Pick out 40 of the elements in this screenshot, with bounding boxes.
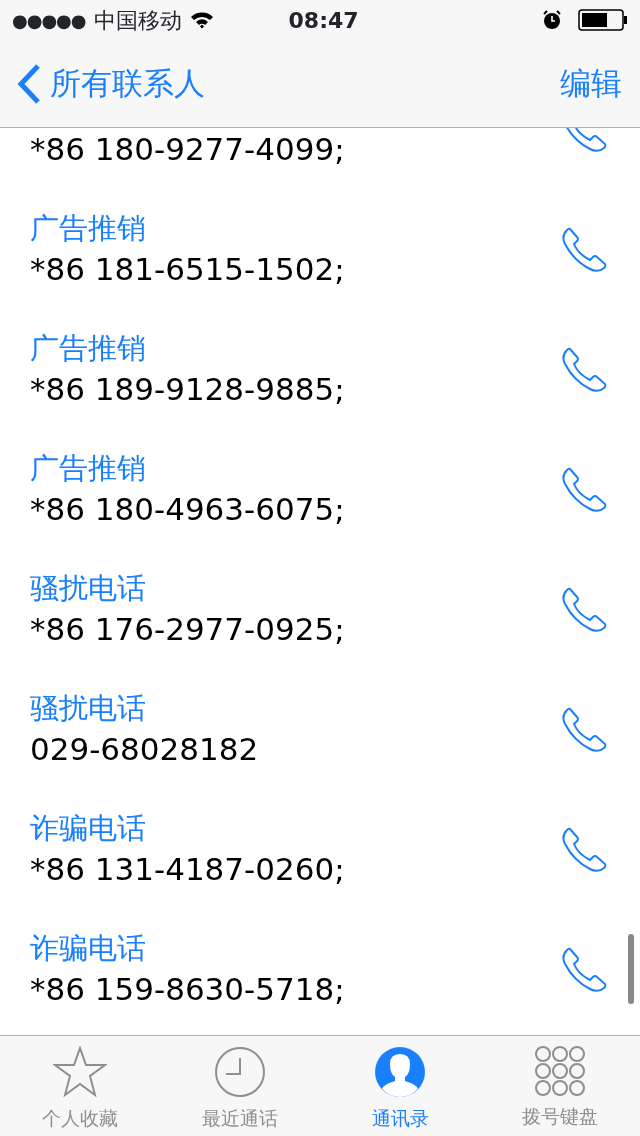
tab-button[interactable]: 通讯录 xyxy=(320,1036,480,1136)
contact-label: 广告推销 xyxy=(30,330,147,367)
tab-button[interactable]: 最近通话 xyxy=(160,1036,320,1136)
contact-label: 诈骗电话 xyxy=(30,810,147,847)
edit-button[interactable]: 编辑 xyxy=(560,60,622,107)
contact-person-icon xyxy=(374,1046,426,1098)
contact-label: 诈骗电话 xyxy=(30,930,147,967)
alarm-icon xyxy=(542,10,562,30)
tab-button[interactable]: 拨号键盘 xyxy=(480,1036,640,1136)
phone-number: *86 159-8630-5718; xyxy=(30,970,346,1009)
scroll-indicator xyxy=(628,934,634,1004)
phone-number: *86 189-9128-9885; xyxy=(30,370,346,409)
signal-dots: ●●●●● xyxy=(12,8,86,33)
clock-time: 08:47 xyxy=(288,6,359,35)
tab-button[interactable]: 个人收藏 xyxy=(0,1036,160,1136)
back-button[interactable]: 所有联系人 xyxy=(16,60,205,107)
carrier-name: 中国移动 xyxy=(93,6,182,35)
phone-number: 029-68028182 xyxy=(30,730,260,769)
phone-number: *86 176-2977-0925; xyxy=(30,610,346,649)
phone-icon[interactable] xyxy=(560,586,608,634)
keypad-icon xyxy=(534,1046,586,1096)
contact-label: 广告推销 xyxy=(30,450,147,487)
contact-label: 广告推销 xyxy=(30,210,147,247)
star-icon xyxy=(53,1046,107,1098)
phone-number: *86 180-9277-4099; xyxy=(30,130,346,169)
phone-number: *86 180-4963-6075; xyxy=(30,490,346,529)
wifi-icon xyxy=(189,11,214,29)
clock-icon xyxy=(214,1046,266,1098)
phone-icon[interactable] xyxy=(560,826,608,874)
contact-label: 骚扰电话 xyxy=(30,570,147,607)
phone-icon[interactable] xyxy=(560,346,608,394)
chevron-left-icon xyxy=(16,62,42,105)
phone-number: *86 181-6515-1502; xyxy=(30,250,346,289)
phone-icon[interactable] xyxy=(560,706,608,754)
phone-icon[interactable] xyxy=(560,946,608,994)
contact-label: 骚扰电话 xyxy=(30,690,147,727)
battery-icon xyxy=(578,9,628,31)
phone-icon[interactable] xyxy=(560,466,608,514)
phone-number: *86 131-4187-0260; xyxy=(30,850,346,889)
phone-icon[interactable] xyxy=(560,226,608,274)
